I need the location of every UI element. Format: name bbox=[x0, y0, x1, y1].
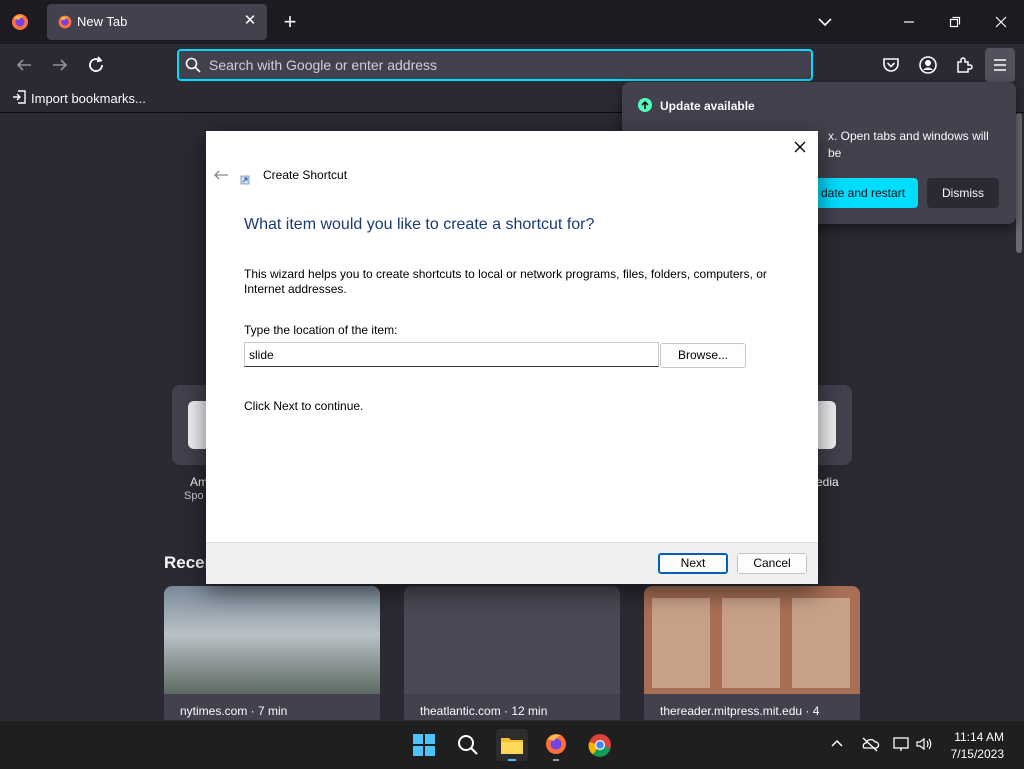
recent-card[interactable]: theatlantic.com · 12 min bbox=[404, 586, 620, 726]
page-scrollbar[interactable] bbox=[1016, 113, 1022, 253]
continue-instruction: Click Next to continue. bbox=[244, 399, 364, 413]
minimize-window-icon[interactable] bbox=[897, 10, 921, 34]
back-arrow-icon[interactable] bbox=[212, 168, 230, 182]
location-label: Type the location of the item: bbox=[244, 323, 398, 337]
forward-arrow-icon[interactable] bbox=[48, 53, 72, 77]
search-icon[interactable] bbox=[452, 729, 484, 761]
recent-card[interactable]: nytimes.com · 7 min bbox=[164, 586, 380, 726]
close-icon[interactable] bbox=[790, 137, 810, 157]
update-arrow-icon bbox=[638, 98, 652, 112]
top-site-label: edia bbox=[816, 475, 839, 489]
taskbar: 11:14 AM 7/15/2023 bbox=[0, 720, 1024, 769]
card-source: theatlantic.com · 12 min bbox=[420, 704, 548, 718]
location-input[interactable] bbox=[244, 342, 659, 367]
new-tab-button[interactable]: + bbox=[278, 10, 302, 34]
account-icon[interactable] bbox=[916, 53, 940, 77]
next-button[interactable]: Next bbox=[658, 553, 728, 574]
dialog-footer: Next Cancel bbox=[206, 542, 818, 584]
import-icon bbox=[12, 90, 26, 107]
reload-icon[interactable] bbox=[84, 53, 108, 77]
restore-window-icon[interactable] bbox=[943, 10, 967, 34]
import-bookmarks-button[interactable]: Import bookmarks... bbox=[12, 90, 146, 107]
url-input[interactable] bbox=[209, 51, 799, 79]
pocket-icon[interactable] bbox=[879, 53, 903, 77]
list-all-tabs-chevron-icon[interactable] bbox=[814, 12, 836, 32]
tab-title: New Tab bbox=[77, 14, 128, 29]
navigation-toolbar bbox=[0, 44, 1024, 86]
card-image bbox=[644, 586, 860, 694]
start-windows-icon[interactable] bbox=[408, 729, 440, 761]
card-image bbox=[164, 586, 380, 694]
update-and-restart-button[interactable]: date and restart bbox=[808, 178, 918, 208]
back-arrow-icon[interactable] bbox=[12, 53, 36, 77]
browse-button[interactable]: Browse... bbox=[660, 343, 746, 368]
volume-icon[interactable] bbox=[914, 735, 934, 753]
card-image bbox=[404, 586, 620, 694]
tab-bar: New Tab ✕ + bbox=[0, 0, 1024, 44]
wizard-heading: What item would you like to create a sho… bbox=[244, 216, 595, 233]
tab-close-icon[interactable]: ✕ bbox=[241, 12, 259, 30]
extensions-icon[interactable] bbox=[952, 53, 976, 77]
tab-new-tab[interactable]: New Tab ✕ bbox=[47, 4, 267, 40]
cancel-button[interactable]: Cancel bbox=[737, 553, 807, 574]
firefox-view-icon[interactable] bbox=[10, 12, 30, 32]
wizard-description: This wizard helps you to create shortcut… bbox=[244, 267, 767, 296]
clock-date[interactable]: 7/15/2023 bbox=[951, 747, 1004, 761]
firefox-taskbar-icon[interactable] bbox=[540, 729, 572, 761]
search-icon bbox=[185, 57, 201, 73]
app-menu-button[interactable] bbox=[985, 48, 1015, 82]
network-icon[interactable] bbox=[891, 735, 911, 753]
show-hidden-icons-chevron-icon[interactable] bbox=[828, 735, 846, 753]
firefox-favicon-icon bbox=[57, 14, 73, 30]
card-source: thereader.mitpress.mit.edu · 4 bbox=[660, 704, 820, 718]
dismiss-button[interactable]: Dismiss bbox=[927, 178, 999, 208]
import-bookmarks-label: Import bookmarks... bbox=[31, 91, 146, 106]
dialog-title: Create Shortcut bbox=[263, 168, 348, 182]
update-title: Update available bbox=[660, 99, 755, 113]
clock-time[interactable]: 11:14 AM bbox=[954, 730, 1004, 744]
address-bar[interactable] bbox=[177, 49, 813, 81]
top-site-sublabel: Spo bbox=[184, 490, 204, 502]
chrome-taskbar-icon[interactable] bbox=[584, 729, 616, 761]
close-window-icon[interactable] bbox=[989, 10, 1013, 34]
file-explorer-icon[interactable] bbox=[496, 729, 528, 761]
onedrive-offline-icon[interactable] bbox=[860, 735, 880, 753]
shortcut-app-icon bbox=[240, 172, 250, 185]
card-source: nytimes.com · 7 min bbox=[180, 704, 288, 718]
recent-card[interactable]: thereader.mitpress.mit.edu · 4 bbox=[644, 586, 860, 726]
create-shortcut-dialog: Create Shortcut What item would you like… bbox=[206, 131, 818, 584]
